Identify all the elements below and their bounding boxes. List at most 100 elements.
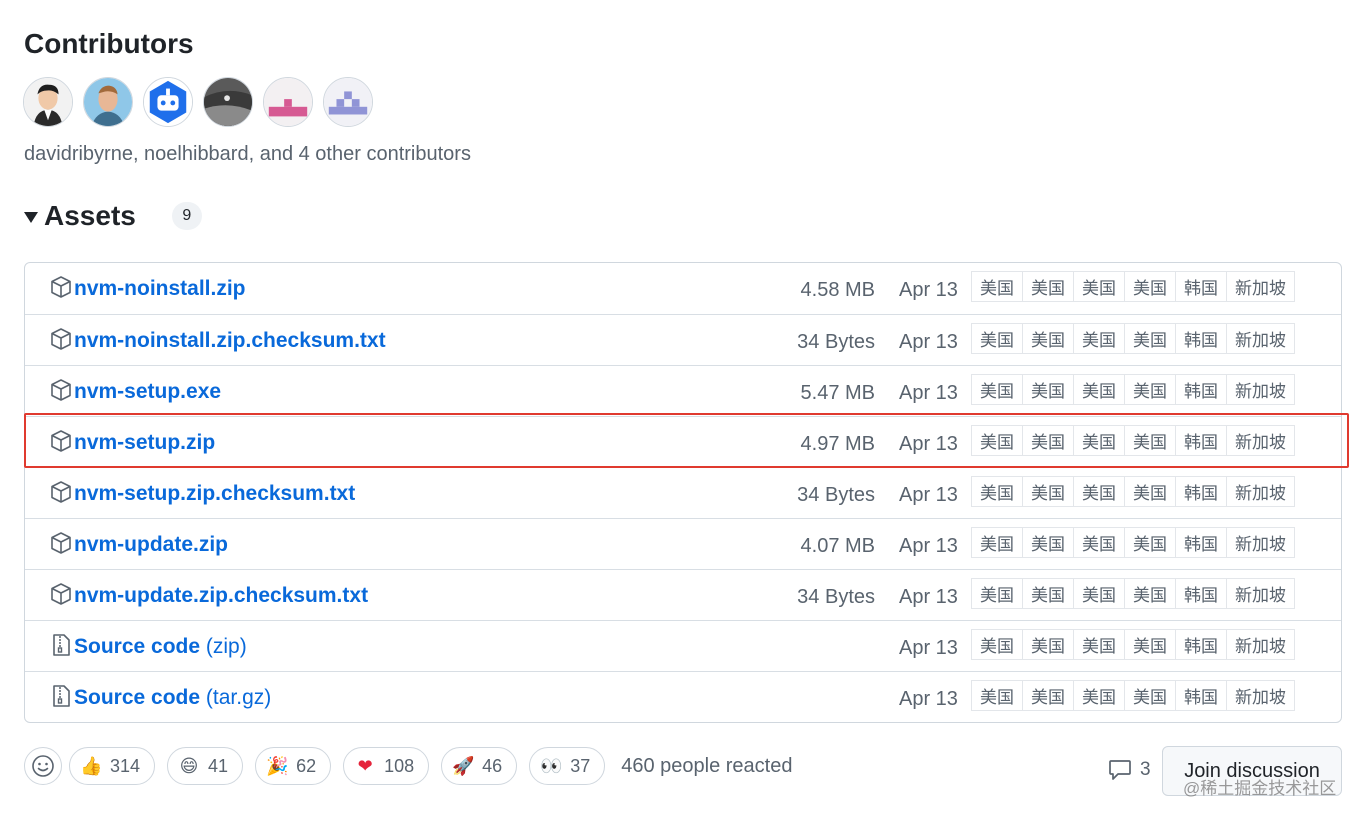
asset-download-link[interactable]: nvm-setup.exe (74, 380, 221, 404)
mirror-link[interactable]: 美国 (1022, 323, 1074, 354)
contributors-title: Contributors (24, 28, 194, 59)
asset-download-link[interactable]: nvm-setup.zip.checksum.txt (74, 482, 355, 506)
mirror-link[interactable]: 美国 (971, 374, 1023, 405)
mirror-link[interactable]: 新加坡 (1226, 578, 1295, 609)
mirror-link[interactable]: 美国 (971, 578, 1023, 609)
mirror-link[interactable]: 美国 (1124, 578, 1176, 609)
asset-name: nvm-update.zip (74, 533, 229, 556)
landscape-avatar[interactable] (203, 77, 253, 127)
mirror-link[interactable]: 韩国 (1175, 629, 1227, 660)
assets-count-badge: 9 (171, 202, 202, 230)
mirror-link[interactable]: 新加坡 (1226, 527, 1295, 558)
reaction-button[interactable]: 🎉 62 (255, 747, 332, 785)
asset-download-link[interactable]: nvm-noinstall.zip.checksum.txt (74, 329, 386, 353)
mirror-link[interactable]: 美国 (971, 629, 1023, 660)
mirror-link[interactable]: 美国 (971, 425, 1023, 456)
mirror-link[interactable]: 新加坡 (1226, 680, 1295, 711)
mirror-link[interactable]: 美国 (971, 527, 1023, 558)
asset-size: 34 Bytes (797, 484, 875, 506)
mirror-link[interactable]: 美国 (1073, 374, 1125, 405)
mirror-link[interactable]: 美国 (971, 271, 1023, 302)
package-icon (49, 429, 73, 453)
mirror-link[interactable]: 美国 (1124, 374, 1176, 405)
mirror-link[interactable]: 美国 (1073, 323, 1125, 354)
reaction-button[interactable]: 🚀 46 (441, 747, 518, 785)
mirror-link[interactable]: 美国 (1022, 578, 1074, 609)
reactions-summary: 460 people reacted (621, 754, 793, 777)
mirror-link[interactable]: 美国 (1073, 578, 1125, 609)
join-discussion-button[interactable]: Join discussion (1162, 746, 1342, 796)
reaction-button[interactable]: 👍 314 (69, 747, 156, 785)
david-avatar[interactable] (23, 77, 73, 127)
asset-row: nvm-update.zip.checksum.txt 34 Bytes Apr 1… (25, 569, 1341, 620)
mirror-link[interactable]: 新加坡 (1226, 425, 1295, 456)
mirror-link[interactable]: 美国 (1022, 527, 1074, 558)
add-reaction-button[interactable] (24, 747, 62, 785)
asset-size: 4.58 MB (800, 279, 875, 301)
mirror-link[interactable]: 美国 (1124, 425, 1176, 456)
mirror-link[interactable]: 新加坡 (1226, 374, 1295, 405)
mirror-link[interactable]: 美国 (1022, 374, 1074, 405)
mirror-link[interactable]: 美国 (1124, 629, 1176, 660)
reaction-button[interactable]: 👀 37 (529, 747, 606, 785)
mirror-link[interactable]: 美国 (1124, 680, 1176, 711)
mirror-link[interactable]: 美国 (1124, 323, 1176, 354)
mirror-link[interactable]: 美国 (1022, 629, 1074, 660)
mirror-link[interactable]: 韩国 (1175, 323, 1227, 354)
package-icon (49, 275, 73, 299)
mirror-link[interactable]: 新加坡 (1226, 476, 1295, 507)
mirror-link[interactable]: 韩国 (1175, 680, 1227, 711)
mirror-link[interactable]: 韩国 (1175, 374, 1227, 405)
reaction-count: 41 (208, 755, 229, 776)
mirror-link[interactable]: 新加坡 (1226, 629, 1295, 660)
mirror-link[interactable]: 新加坡 (1226, 323, 1295, 354)
asset-download-link[interactable]: nvm-setup.zip (74, 431, 215, 455)
mirror-link[interactable]: 美国 (971, 680, 1023, 711)
asset-row: nvm-noinstall.zip.checksum.txt 34 Bytes Ap… (25, 314, 1341, 365)
file-zip-icon (49, 684, 73, 708)
mirror-link[interactable]: 美国 (1073, 527, 1125, 558)
mirror-link[interactable]: 美国 (1022, 680, 1074, 711)
hooray-icon: 🎉 (266, 755, 289, 776)
identicon-pink-avatar[interactable] (263, 77, 313, 127)
mirror-link[interactable]: 美国 (1073, 425, 1125, 456)
mirror-link[interactable]: 美国 (1073, 629, 1125, 660)
assets-toggle[interactable]: Assets 9 (24, 200, 202, 232)
mirror-link[interactable]: 美国 (1022, 425, 1074, 456)
mirror-link[interactable]: 韩国 (1175, 578, 1227, 609)
laugh-icon: 😄 (179, 755, 199, 776)
noel-avatar[interactable] (83, 77, 133, 127)
reaction-button[interactable]: 😄 41 (167, 747, 244, 785)
mirror-link[interactable]: 美国 (971, 323, 1023, 354)
mirror-link[interactable]: 美国 (1073, 476, 1125, 507)
mirror-links: 美国 美国 美国 美国 韩国 新加坡 (971, 578, 1295, 609)
reaction-pills: 👍 314 😄 41 🎉 62 ❤ 108 🚀 46 👀 37 (69, 747, 617, 785)
mirror-link[interactable]: 美国 (971, 476, 1023, 507)
mirror-link[interactable]: 韩国 (1175, 271, 1227, 302)
identicon-purple-avatar[interactable] (323, 77, 373, 127)
mirror-links: 美国 美国 美国 美国 韩国 新加坡 (971, 323, 1295, 354)
asset-download-link[interactable]: nvm-update.zip (74, 533, 228, 557)
mirror-link[interactable]: 美国 (1073, 680, 1125, 711)
asset-download-link[interactable]: nvm-noinstall.zip (74, 277, 246, 301)
bot-avatar[interactable] (143, 77, 193, 127)
asset-download-link[interactable]: Source code (zip) (74, 635, 247, 659)
asset-name: nvm-setup.zip.checksum.txt (74, 482, 356, 505)
mirror-link[interactable]: 新加坡 (1226, 271, 1295, 302)
asset-download-link[interactable]: Source code (tar.gz) (74, 686, 271, 710)
mirror-link[interactable]: 美国 (1124, 271, 1176, 302)
asset-size: 4.97 MB (800, 433, 875, 455)
mirror-link[interactable]: 美国 (1022, 476, 1074, 507)
mirror-link[interactable]: 美国 (1022, 271, 1074, 302)
mirror-link[interactable]: 韩国 (1175, 527, 1227, 558)
mirror-link[interactable]: 韩国 (1175, 476, 1227, 507)
comments-link[interactable]: 3 (1108, 759, 1151, 781)
mirror-link[interactable]: 韩国 (1175, 425, 1227, 456)
mirror-link[interactable]: 美国 (1124, 527, 1176, 558)
reaction-button[interactable]: ❤ 108 (343, 747, 430, 785)
mirror-link[interactable]: 美国 (1073, 271, 1125, 302)
asset-name: nvm-noinstall.zip.checksum.txt (74, 329, 386, 352)
reaction-count: 314 (110, 755, 141, 776)
mirror-link[interactable]: 美国 (1124, 476, 1176, 507)
asset-download-link[interactable]: nvm-update.zip.checksum.txt (74, 584, 368, 608)
